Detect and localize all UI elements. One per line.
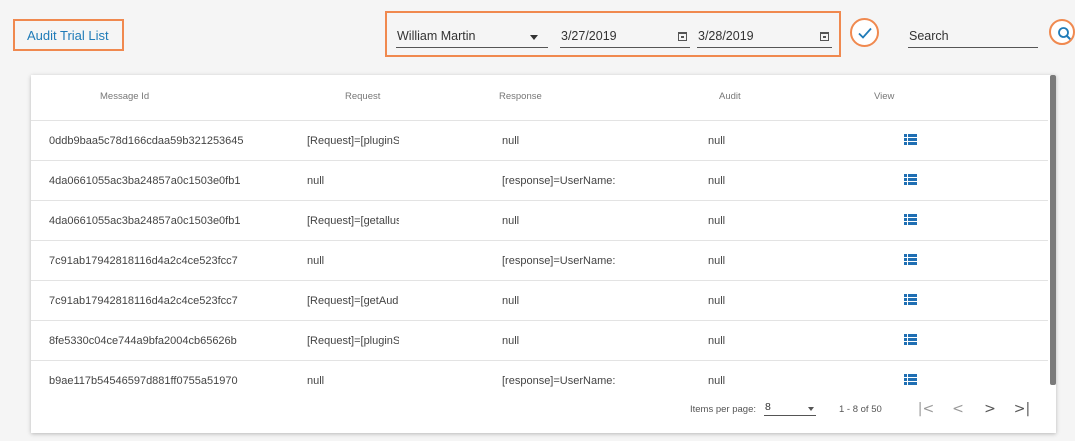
first-page-button[interactable]: |< bbox=[917, 400, 935, 418]
items-per-page-select[interactable]: 8 bbox=[764, 401, 816, 416]
calendar-icon[interactable] bbox=[678, 32, 687, 41]
search-icon bbox=[1058, 27, 1072, 41]
start-date-field[interactable]: 3/27/2019 bbox=[560, 29, 690, 48]
audit-cell: null bbox=[708, 175, 726, 187]
items-per-page-value: 8 bbox=[765, 401, 771, 413]
table-row: 8fe5330c04ce744a9bfa2004cb65626b [Reques… bbox=[31, 320, 1048, 360]
request-cell: [Request]=[getAuditTr bbox=[307, 295, 399, 307]
table-scrollbar[interactable] bbox=[1050, 75, 1056, 385]
list-view-icon[interactable] bbox=[904, 254, 917, 265]
table-row: 4da0661055ac3ba24857a0c1503e0fb1 null [r… bbox=[31, 160, 1048, 200]
request-cell: null bbox=[307, 175, 325, 187]
request-cell: [Request]=[pluginServ bbox=[307, 335, 399, 347]
request-cell: [Request]=[getalluser bbox=[307, 215, 399, 227]
search-button[interactable] bbox=[1049, 19, 1075, 45]
chevron-down-icon bbox=[808, 407, 814, 411]
range-label: 1 - 8 of 50 bbox=[839, 404, 882, 415]
column-header-message-id: Message Id bbox=[100, 91, 150, 102]
end-date-field[interactable]: 3/28/2019 bbox=[697, 29, 832, 48]
response-cell: null bbox=[502, 335, 520, 347]
list-view-icon[interactable] bbox=[904, 294, 917, 305]
response-cell: [response]=UserName: bbox=[502, 255, 616, 267]
column-header-audit: Audit bbox=[719, 91, 741, 102]
audit-cell: null bbox=[708, 215, 726, 227]
list-view-icon[interactable] bbox=[904, 214, 917, 225]
list-view-icon[interactable] bbox=[904, 374, 917, 385]
audit-trail-page: Audit Trial List William Martin 3/27/201… bbox=[0, 0, 1075, 441]
check-icon bbox=[858, 27, 872, 39]
table-row: 4da0661055ac3ba24857a0c1503e0fb1 [Reques… bbox=[31, 200, 1048, 240]
last-page-button[interactable]: >| bbox=[1013, 400, 1031, 418]
response-cell: null bbox=[502, 295, 520, 307]
message-id-cell: 4da0661055ac3ba24857a0c1503e0fb1 bbox=[49, 215, 241, 227]
response-cell: [response]=UserName: bbox=[502, 175, 616, 187]
message-id-cell: 7c91ab17942818116d4a2c4ce523fcc7 bbox=[49, 255, 238, 267]
message-id-cell: b9ae117b54546597d881ff0755a51970 bbox=[49, 375, 238, 387]
message-id-cell: 8fe5330c04ce744a9bfa2004cb65626b bbox=[49, 335, 237, 347]
response-cell: null bbox=[502, 135, 520, 147]
audit-cell: null bbox=[708, 335, 726, 347]
audit-cell: null bbox=[708, 375, 726, 387]
message-id-cell: 7c91ab17942818116d4a2c4ce523fcc7 bbox=[49, 295, 238, 307]
items-per-page-label: Items per page: bbox=[690, 404, 757, 415]
audit-cell: null bbox=[708, 295, 726, 307]
paginator: Items per page: 8 1 - 8 of 50 |< < > >| bbox=[31, 400, 1048, 430]
user-select[interactable]: William Martin bbox=[396, 29, 548, 48]
request-cell: null bbox=[307, 375, 325, 387]
request-cell: null bbox=[307, 255, 325, 267]
next-page-button[interactable]: > bbox=[981, 400, 999, 418]
end-date-value: 3/28/2019 bbox=[698, 29, 754, 43]
user-select-value: William Martin bbox=[397, 29, 476, 43]
table-row: b9ae117b54546597d881ff0755a51970 null [r… bbox=[31, 360, 1048, 392]
table-row: 0ddb9baa5c78d166cdaa59b321253645 [Reques… bbox=[31, 120, 1048, 160]
response-cell: null bbox=[502, 215, 520, 227]
message-id-cell: 0ddb9baa5c78d166cdaa59b321253645 bbox=[49, 135, 244, 147]
list-view-icon[interactable] bbox=[904, 174, 917, 185]
search-input[interactable]: Search bbox=[908, 29, 1038, 48]
chevron-down-icon bbox=[530, 35, 538, 40]
start-date-value: 3/27/2019 bbox=[561, 29, 617, 43]
response-cell: [response]=UserName: bbox=[502, 375, 616, 387]
apply-filter-button[interactable] bbox=[850, 18, 879, 47]
audit-cell: null bbox=[708, 135, 726, 147]
column-header-response: Response bbox=[499, 91, 542, 102]
request-cell: [Request]=[pluginServ bbox=[307, 135, 399, 147]
column-header-view: View bbox=[874, 91, 895, 102]
table-row: 7c91ab17942818116d4a2c4ce523fcc7 null [r… bbox=[31, 240, 1048, 280]
previous-page-button[interactable]: < bbox=[949, 400, 967, 418]
audit-cell: null bbox=[708, 255, 726, 267]
list-view-icon[interactable] bbox=[904, 134, 917, 145]
audit-table-card: Message Id Request Response Audit View 0… bbox=[31, 75, 1056, 433]
calendar-icon[interactable] bbox=[820, 32, 829, 41]
message-id-cell: 4da0661055ac3ba24857a0c1503e0fb1 bbox=[49, 175, 241, 187]
page-title: Audit Trial List bbox=[13, 19, 124, 51]
table-row: 7c91ab17942818116d4a2c4ce523fcc7 [Reques… bbox=[31, 280, 1048, 320]
column-header-request: Request bbox=[345, 91, 381, 102]
list-view-icon[interactable] bbox=[904, 334, 917, 345]
